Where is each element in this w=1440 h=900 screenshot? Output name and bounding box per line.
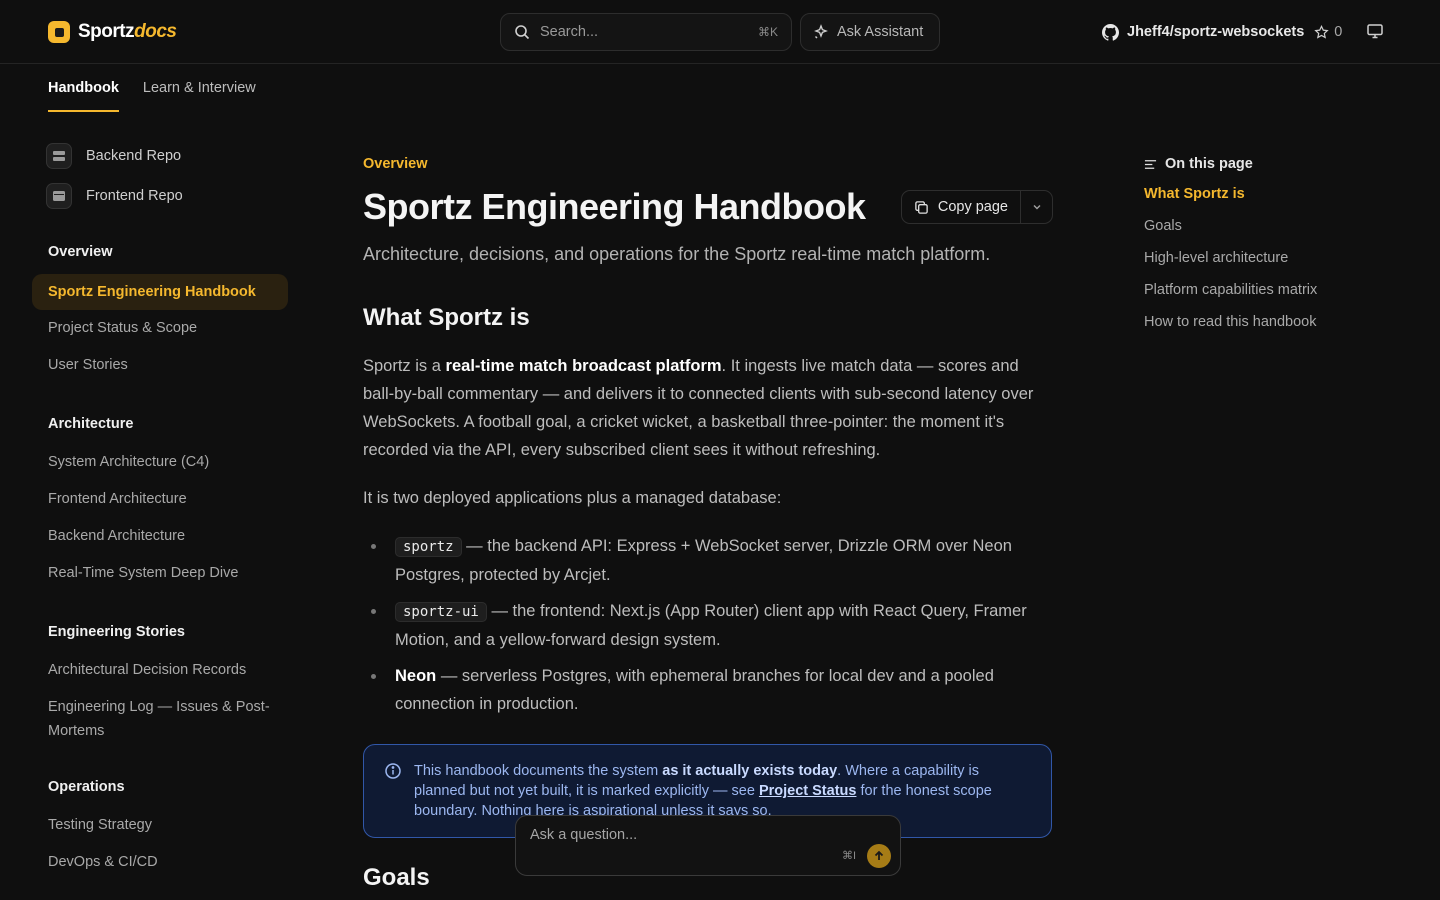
- tab-handbook[interactable]: Handbook: [48, 64, 119, 112]
- page-title: Sportz Engineering Handbook: [363, 186, 866, 227]
- apps-paragraph: It is two deployed applications plus a m…: [363, 489, 782, 507]
- sidebar-backend-repo-label: Backend Repo: [86, 148, 182, 164]
- sidebar-item-real-time-deep-dive[interactable]: Real-Time System Deep Dive: [32, 555, 288, 592]
- heading-goals: Goals: [363, 864, 430, 891]
- top-bar: Sportzdocs Search... ⌘K Ask Assistant Jh…: [0, 0, 1440, 64]
- send-question-button[interactable]: [867, 844, 891, 868]
- sidebar-item-engineering-log[interactable]: Engineering Log — Issues & Post-Mortems: [32, 689, 288, 749]
- copy-page-label: Copy page: [937, 199, 1008, 215]
- heading-what-sportz-is: What Sportz is: [363, 304, 530, 331]
- top-tabs: Handbook Learn & Interview: [48, 64, 256, 112]
- toc-item-how-to-read[interactable]: How to read this handbook: [1144, 306, 1404, 338]
- ask-question-box[interactable]: Ask a question... ⌘I: [515, 815, 901, 876]
- callout-text-a: This handbook documents the system: [414, 763, 663, 779]
- title-row: Sportz Engineering Handbook Copy page: [363, 182, 1053, 232]
- sidebar-item-user-stories[interactable]: User Stories: [32, 347, 288, 384]
- toc-title: On this page: [1165, 156, 1253, 172]
- toc-item-platform-capabilities-matrix[interactable]: Platform capabilities matrix: [1144, 274, 1404, 306]
- server-icon: [46, 143, 72, 169]
- copy-page-options-button[interactable]: [1020, 191, 1052, 223]
- code-sportz: sportz: [395, 537, 462, 557]
- sidebar-item-adr[interactable]: Architectural Decision Records: [32, 652, 288, 689]
- list-item-text: — serverless Postgres, with ephemeral br…: [395, 667, 994, 713]
- repo-stars: 0: [1314, 24, 1342, 40]
- sidebar-section-operations: Operations: [48, 779, 125, 795]
- sidebar-frontend-repo-label: Frontend Repo: [86, 188, 183, 204]
- sidebar-backend-repo[interactable]: Backend Repo: [32, 136, 288, 176]
- toc-item-goals[interactable]: Goals: [1144, 210, 1404, 242]
- sidebar: Backend Repo Frontend Repo Overview Spor…: [32, 136, 288, 881]
- repo-star-count: 0: [1334, 24, 1343, 40]
- table-of-contents: On this page What Sportz is Goals High-l…: [1144, 150, 1404, 338]
- logo-text: Sportzdocs: [78, 21, 177, 42]
- toc-item-high-level-architecture[interactable]: High-level architecture: [1144, 242, 1404, 274]
- chevron-down-icon: [1033, 205, 1040, 210]
- sidebar-item-backend-architecture[interactable]: Backend Architecture: [32, 518, 288, 555]
- sparkle-icon: [814, 24, 828, 39]
- arrow-up-icon: [874, 850, 884, 860]
- main-content: Overview Sportz Engineering Handbook Cop…: [363, 150, 1053, 838]
- ask-assistant-button[interactable]: Ask Assistant: [800, 13, 940, 51]
- github-repo-link[interactable]: Jheff4/sportz-websockets 0: [1102, 20, 1342, 44]
- tab-learn-interview[interactable]: Learn & Interview: [143, 64, 256, 112]
- intro-strong: real-time match broadcast platform: [445, 357, 722, 375]
- sidebar-item-devops-cicd[interactable]: DevOps & CI/CD: [32, 844, 288, 881]
- repo-name: Jheff4/sportz-websockets: [1127, 24, 1305, 40]
- star-icon: [1314, 24, 1329, 39]
- sidebar-item-frontend-architecture[interactable]: Frontend Architecture: [32, 481, 288, 518]
- logo-mark-icon: [48, 21, 70, 43]
- monitor-icon: [1367, 24, 1383, 39]
- toc-item-what-sportz-is[interactable]: What Sportz is: [1144, 178, 1404, 210]
- sidebar-item-sportz-engineering-handbook[interactable]: Sportz Engineering Handbook: [32, 274, 288, 310]
- sidebar-item-project-status-scope[interactable]: Project Status & Scope: [32, 310, 288, 347]
- page-subtitle: Architecture, decisions, and operations …: [363, 244, 991, 264]
- sidebar-frontend-repo[interactable]: Frontend Repo: [32, 176, 288, 216]
- info-icon: [385, 763, 401, 779]
- sidebar-section-overview: Overview: [48, 244, 113, 260]
- list-item-sportz: sportz — the backend API: Express + WebS…: [363, 532, 1053, 589]
- search-bar[interactable]: Search... ⌘K: [500, 13, 792, 51]
- search-shortcut: ⌘K: [757, 25, 778, 39]
- list-item-neon: Neon — serverless Postgres, with ephemer…: [363, 662, 1053, 718]
- list-item-sportz-ui: sportz-ui — the frontend: Next.js (App R…: [363, 597, 1053, 654]
- ask-question-placeholder: Ask a question...: [530, 827, 638, 843]
- search-placeholder: Search...: [540, 24, 599, 40]
- copy-icon: [915, 200, 928, 214]
- list-icon: [1144, 159, 1157, 169]
- search-icon: [515, 25, 530, 40]
- list-item-text: — the backend API: Express + WebSocket s…: [395, 537, 1012, 584]
- sidebar-section-engineering-stories: Engineering Stories: [48, 624, 185, 640]
- breadcrumb: Overview: [363, 156, 428, 172]
- logo[interactable]: Sportzdocs: [48, 20, 177, 44]
- intro-text-a: Sportz is a: [363, 357, 446, 375]
- ask-shortcut: ⌘I: [842, 850, 857, 862]
- callout-strong: as it actually exists today: [662, 763, 838, 779]
- browser-window-icon: [46, 183, 72, 209]
- copy-page-button[interactable]: Copy page: [902, 191, 1020, 223]
- ask-assistant-label: Ask Assistant: [837, 24, 924, 40]
- strong-neon: Neon: [395, 667, 437, 685]
- sidebar-section-architecture: Architecture: [48, 416, 134, 432]
- copy-page-group: Copy page: [900, 190, 1053, 224]
- github-icon: [1102, 23, 1119, 41]
- apps-list: sportz — the backend API: Express + WebS…: [363, 532, 1053, 718]
- intro-paragraph: Sportz is a real-time match broadcast pl…: [363, 352, 1053, 464]
- sidebar-item-system-architecture[interactable]: System Architecture (C4): [32, 444, 288, 481]
- toc-header: On this page: [1144, 150, 1404, 178]
- code-sportz-ui: sportz-ui: [395, 602, 487, 622]
- list-item-text: — the frontend: Next.js (App Router) cli…: [395, 602, 1027, 649]
- sidebar-item-testing-strategy[interactable]: Testing Strategy: [32, 807, 288, 844]
- theme-toggle-button[interactable]: [1366, 22, 1386, 42]
- project-status-link[interactable]: Project Status: [759, 783, 857, 799]
